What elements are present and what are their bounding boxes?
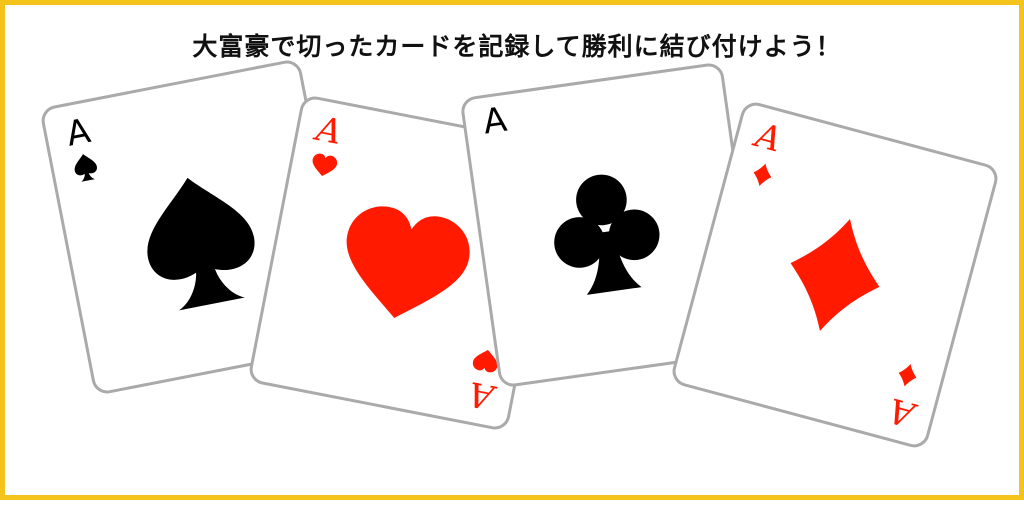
banner-frame: 大富豪で切ったカードを記録して勝利に結び付けよう！ A A A A A A: [0, 0, 1024, 500]
playing-cards-illustration: A A A A A A: [41, 60, 998, 448]
